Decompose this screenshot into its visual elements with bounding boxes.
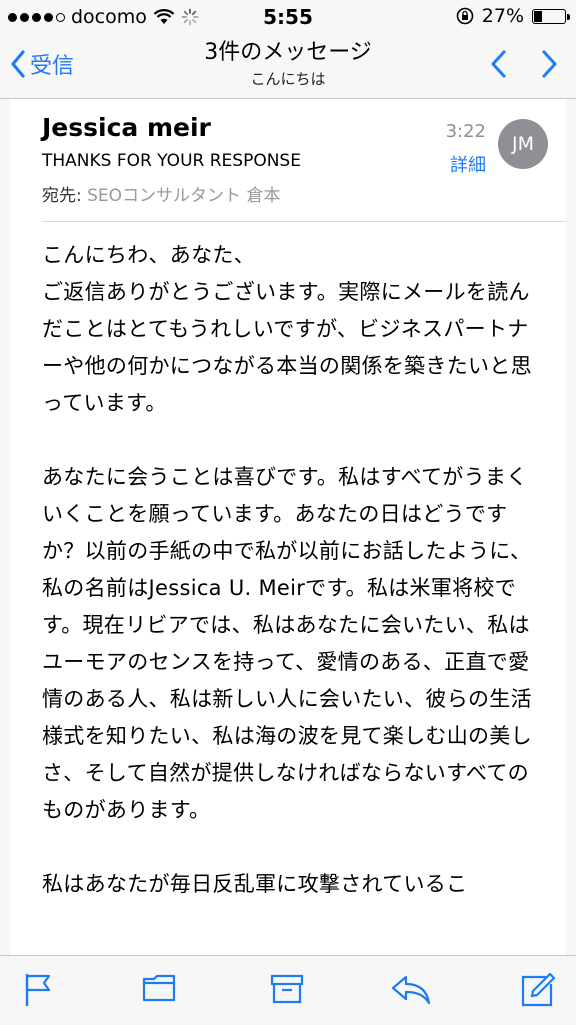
status-bar: docomo 5:55 27% xyxy=(0,0,576,34)
previous-message-button[interactable] xyxy=(488,48,510,80)
orientation-lock-icon xyxy=(456,7,474,25)
recipient-name[interactable]: SEOコンサルタント 倉本 xyxy=(87,186,280,206)
back-button-label: 受信 xyxy=(30,54,75,79)
chevron-left-icon xyxy=(11,50,25,78)
reply-icon[interactable] xyxy=(390,972,432,1006)
details-link[interactable]: 詳細 xyxy=(450,151,486,177)
navigation-bar: 受信 3件のメッセージ こんにちは xyxy=(0,34,576,99)
message-body: こんにちわ、あなた、 ご返信ありがとうございます。実際にメールを読んだことはとて… xyxy=(42,237,542,940)
header-divider xyxy=(42,221,566,222)
body-paragraph: あなたに会うことは喜びです。私はすべてがうまくいくことを願っています。あなたの日… xyxy=(42,465,532,822)
recipient-label: 宛先: xyxy=(42,186,82,206)
message-subject: THANKS FOR YOUR RESPONSE xyxy=(42,151,301,171)
message-navigation xyxy=(488,48,560,80)
sender-name: Jessica meir xyxy=(42,113,211,142)
message-time: 3:22 xyxy=(445,121,486,142)
archive-icon[interactable] xyxy=(270,972,304,1006)
message-card: Jessica meir THANKS FOR YOUR RESPONSE 宛先… xyxy=(10,99,566,955)
body-paragraph: こんにちわ、あなた、 ご返信ありがとうございます。実際にメールを読んだことはとて… xyxy=(42,243,532,415)
next-message-button[interactable] xyxy=(538,48,560,80)
recipient-line: 宛先: SEOコンサルタント 倉本 xyxy=(42,181,280,206)
battery-icon xyxy=(532,8,570,24)
status-right: 27% xyxy=(456,5,570,27)
body-paragraph: 私はあなたが毎日反乱軍に攻撃されているこ xyxy=(42,872,468,896)
back-to-inbox-button[interactable]: 受信 xyxy=(10,48,74,80)
compose-icon[interactable] xyxy=(520,972,556,1008)
folder-icon[interactable] xyxy=(142,972,176,1004)
bottom-toolbar xyxy=(0,955,576,1025)
battery-percent: 27% xyxy=(481,5,524,27)
flag-icon[interactable] xyxy=(24,972,52,1008)
avatar: JM xyxy=(498,119,548,169)
